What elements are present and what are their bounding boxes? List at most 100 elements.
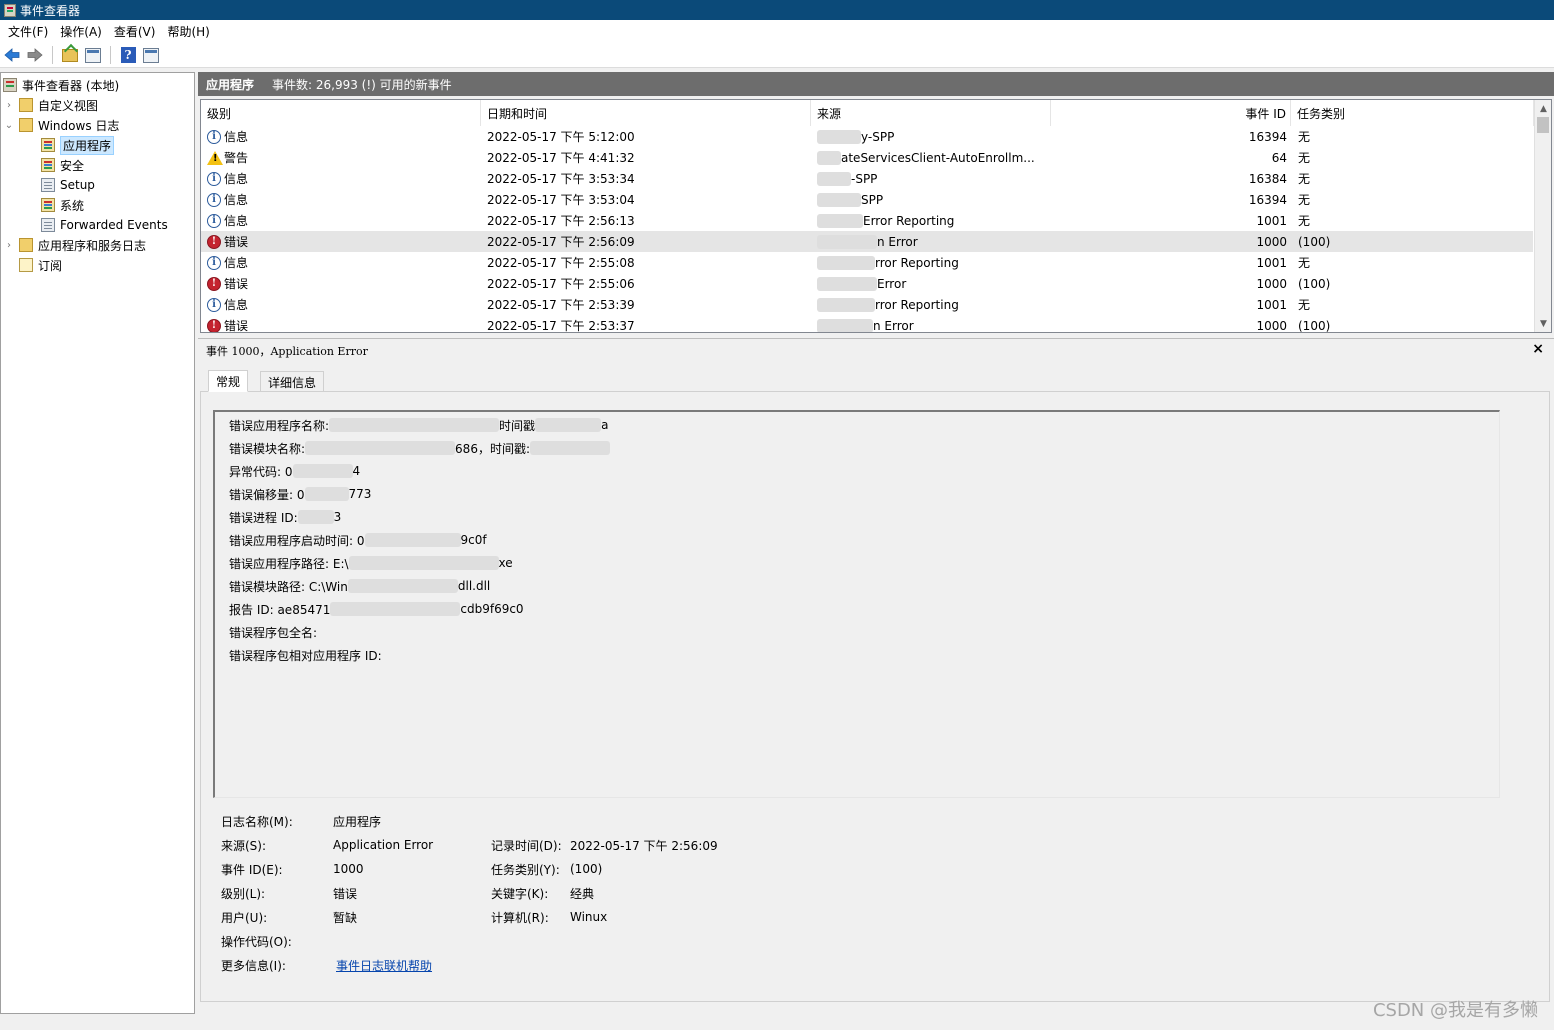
event-source: ateServicesClient-AutoEnrollm... — [817, 147, 1035, 168]
message-line: 错误应用程序启动时间: 0 9c0f — [229, 531, 487, 549]
message-label: 错误程序包相对应用程序 ID: — [229, 648, 382, 663]
message-label: 错误程序包全名: — [229, 625, 318, 640]
scroll-thumb[interactable] — [1537, 117, 1549, 133]
menu-file[interactable]: 文件(F) — [2, 23, 54, 40]
column-level[interactable]: 级别 — [201, 100, 481, 126]
tab-general[interactable]: 常规 — [208, 370, 249, 392]
event-source-text: Error — [877, 276, 907, 291]
event-level-text: 信息 — [224, 193, 249, 207]
redacted-blur — [297, 510, 334, 524]
prop-computer: Winux — [570, 910, 608, 924]
event-level-text: 信息 — [224, 130, 249, 144]
prop-source: Application Error — [333, 838, 434, 852]
chevron-right-icon[interactable]: › — [3, 240, 15, 251]
message-line: 错误模块路径: C:\Win dll.dll — [229, 577, 490, 595]
tree-custom-views[interactable]: › 自定义视图 — [3, 95, 98, 115]
event-id: 64 — [1271, 150, 1287, 165]
subscription-icon — [19, 258, 33, 272]
column-event-id[interactable]: 事件 ID — [1051, 100, 1291, 126]
event-list: 级别 日期和时间 来源 事件 ID 任务类别 i 信息 2022-05-17 下午 … — [200, 99, 1552, 333]
back-arrow-icon[interactable] — [2, 45, 22, 65]
show-hide-tree-icon[interactable] — [83, 45, 103, 65]
event-task: 无 — [1298, 298, 1311, 312]
menu-help[interactable]: 帮助(H) — [161, 23, 215, 40]
redacted-blur — [305, 441, 456, 455]
tree-root[interactable]: 事件查看器 (本地) — [3, 75, 119, 95]
forward-arrow-icon[interactable] — [25, 45, 45, 65]
event-level: i 信息 — [207, 210, 248, 231]
content-pane: 应用程序 事件数: 26,993 (!) 可用的新事件 级别 日期和时间 来源 … — [198, 72, 1554, 1014]
event-row[interactable]: ! 错误 2022-05-17 下午 2:56:09 n Error 1000 (100) — [201, 231, 1533, 252]
event-level-text: 信息 — [224, 256, 249, 270]
column-task[interactable]: 任务类别 — [1291, 100, 1534, 126]
scroll-down-icon[interactable]: ▼ — [1535, 315, 1551, 332]
online-help-link[interactable]: 事件日志联机帮助 — [336, 956, 432, 974]
message-value: 773 — [348, 487, 372, 501]
message-label: 异常代码: 0 — [229, 464, 293, 479]
message-label: 报告 ID: ae85471 — [229, 602, 331, 617]
message-label: 错误模块路径: C:\Win — [229, 579, 348, 594]
event-viewer-icon — [3, 78, 17, 92]
tree-log-security[interactable]: 安全 — [41, 155, 84, 175]
folder-icon — [19, 98, 33, 112]
column-source[interactable]: 来源 — [811, 100, 1051, 126]
tree-log-system[interactable]: 系统 — [41, 195, 84, 215]
message-value: 3 — [333, 510, 342, 524]
event-row[interactable]: i 信息 2022-05-17 下午 3:53:34 -SPP 16384 无 — [201, 168, 1533, 189]
redacted-blur — [817, 213, 863, 228]
event-level: ! 错误 — [207, 315, 248, 332]
event-row[interactable]: i 信息 2022-05-17 下午 2:53:39 rror Reporting 10… — [201, 294, 1533, 315]
close-icon[interactable]: × — [1532, 341, 1544, 357]
prop-source-label: 来源(S): — [221, 838, 267, 853]
event-row[interactable]: i 信息 2022-05-17 下午 2:55:08 rror Reporting 10… — [201, 252, 1533, 273]
event-task: 无 — [1298, 256, 1311, 270]
column-datetime[interactable]: 日期和时间 — [481, 100, 811, 126]
event-level-text: 警告 — [224, 151, 249, 165]
redacted-blur — [292, 464, 353, 478]
scroll-up-icon[interactable]: ▲ — [1535, 100, 1551, 117]
message-line: 错误程序包全名: — [229, 623, 317, 641]
tree-log-forwarded-events[interactable]: Forwarded Events — [41, 215, 168, 235]
event-source-text: rror Reporting — [875, 297, 959, 312]
event-level: 警告 — [207, 147, 248, 168]
tree-subscriptions[interactable]: 订阅 — [19, 255, 62, 275]
tab-details[interactable]: 详细信息 — [260, 371, 325, 393]
event-row[interactable]: i 信息 2022-05-17 下午 5:12:00 y-SPP 16394 无 — [201, 126, 1533, 147]
event-source: Error — [817, 273, 906, 294]
show-action-pane-icon[interactable] — [141, 45, 161, 65]
chevron-down-icon[interactable]: ⌄ — [3, 120, 15, 131]
event-row[interactable]: i 信息 2022-05-17 下午 3:53:04 SPP 16394 无 — [201, 189, 1533, 210]
chevron-right-icon[interactable]: › — [3, 100, 15, 111]
tree-app-service-logs[interactable]: › 应用程序和服务日志 — [3, 235, 146, 255]
event-datetime: 2022-05-17 下午 3:53:04 — [487, 193, 635, 207]
toolbar: ? — [0, 43, 1554, 68]
event-row[interactable]: i 信息 2022-05-17 下午 2:56:13 Error Reporting 1… — [201, 210, 1533, 231]
event-source: -SPP — [817, 168, 877, 189]
tree-windows-logs[interactable]: ⌄ Windows 日志 — [3, 115, 119, 135]
event-row[interactable]: 警告 2022-05-17 下午 4:41:32 ateServicesClient… — [201, 147, 1533, 168]
event-id: 1001 — [1256, 255, 1287, 270]
redacted-blur — [348, 556, 499, 570]
log-icon — [41, 138, 55, 152]
event-id: 1001 — [1256, 297, 1287, 312]
tree-log-setup[interactable]: Setup — [41, 175, 95, 195]
prop-log-name-label: 日志名称(M): — [221, 814, 293, 829]
menu-action[interactable]: 操作(A) — [54, 23, 108, 40]
help-icon[interactable]: ? — [118, 45, 138, 65]
up-folder-icon[interactable] — [60, 45, 80, 65]
redacted-blur — [817, 150, 841, 165]
message-label: 错误应用程序名称: — [229, 418, 330, 433]
event-row[interactable]: ! 错误 2022-05-17 下午 2:53:37 n Error 1000 (100) — [201, 315, 1533, 333]
prop-more-info-label: 更多信息(I): — [221, 958, 286, 973]
message-label: 错误进程 ID: — [229, 510, 298, 525]
event-message-box[interactable]: 错误应用程序名称: 时间戳 a 错误模块名称: 686，时间戳: 异常代码: 0 4 错误偏移… — [213, 410, 1500, 798]
tree-log-application[interactable]: 应用程序 — [41, 135, 115, 155]
redacted-blur — [330, 602, 461, 616]
event-datetime: 2022-05-17 下午 2:56:13 — [487, 214, 635, 228]
event-datetime: 2022-05-17 下午 2:53:37 — [487, 319, 635, 333]
menu-view[interactable]: 查看(V) — [108, 23, 162, 40]
log-name: 应用程序 — [206, 77, 255, 92]
event-list-scrollbar[interactable]: ▲ ▼ — [1534, 100, 1551, 332]
title-bar: 事件查看器 — [0, 0, 1554, 20]
event-row[interactable]: ! 错误 2022-05-17 下午 2:55:06 Error 1000 (100) — [201, 273, 1533, 294]
